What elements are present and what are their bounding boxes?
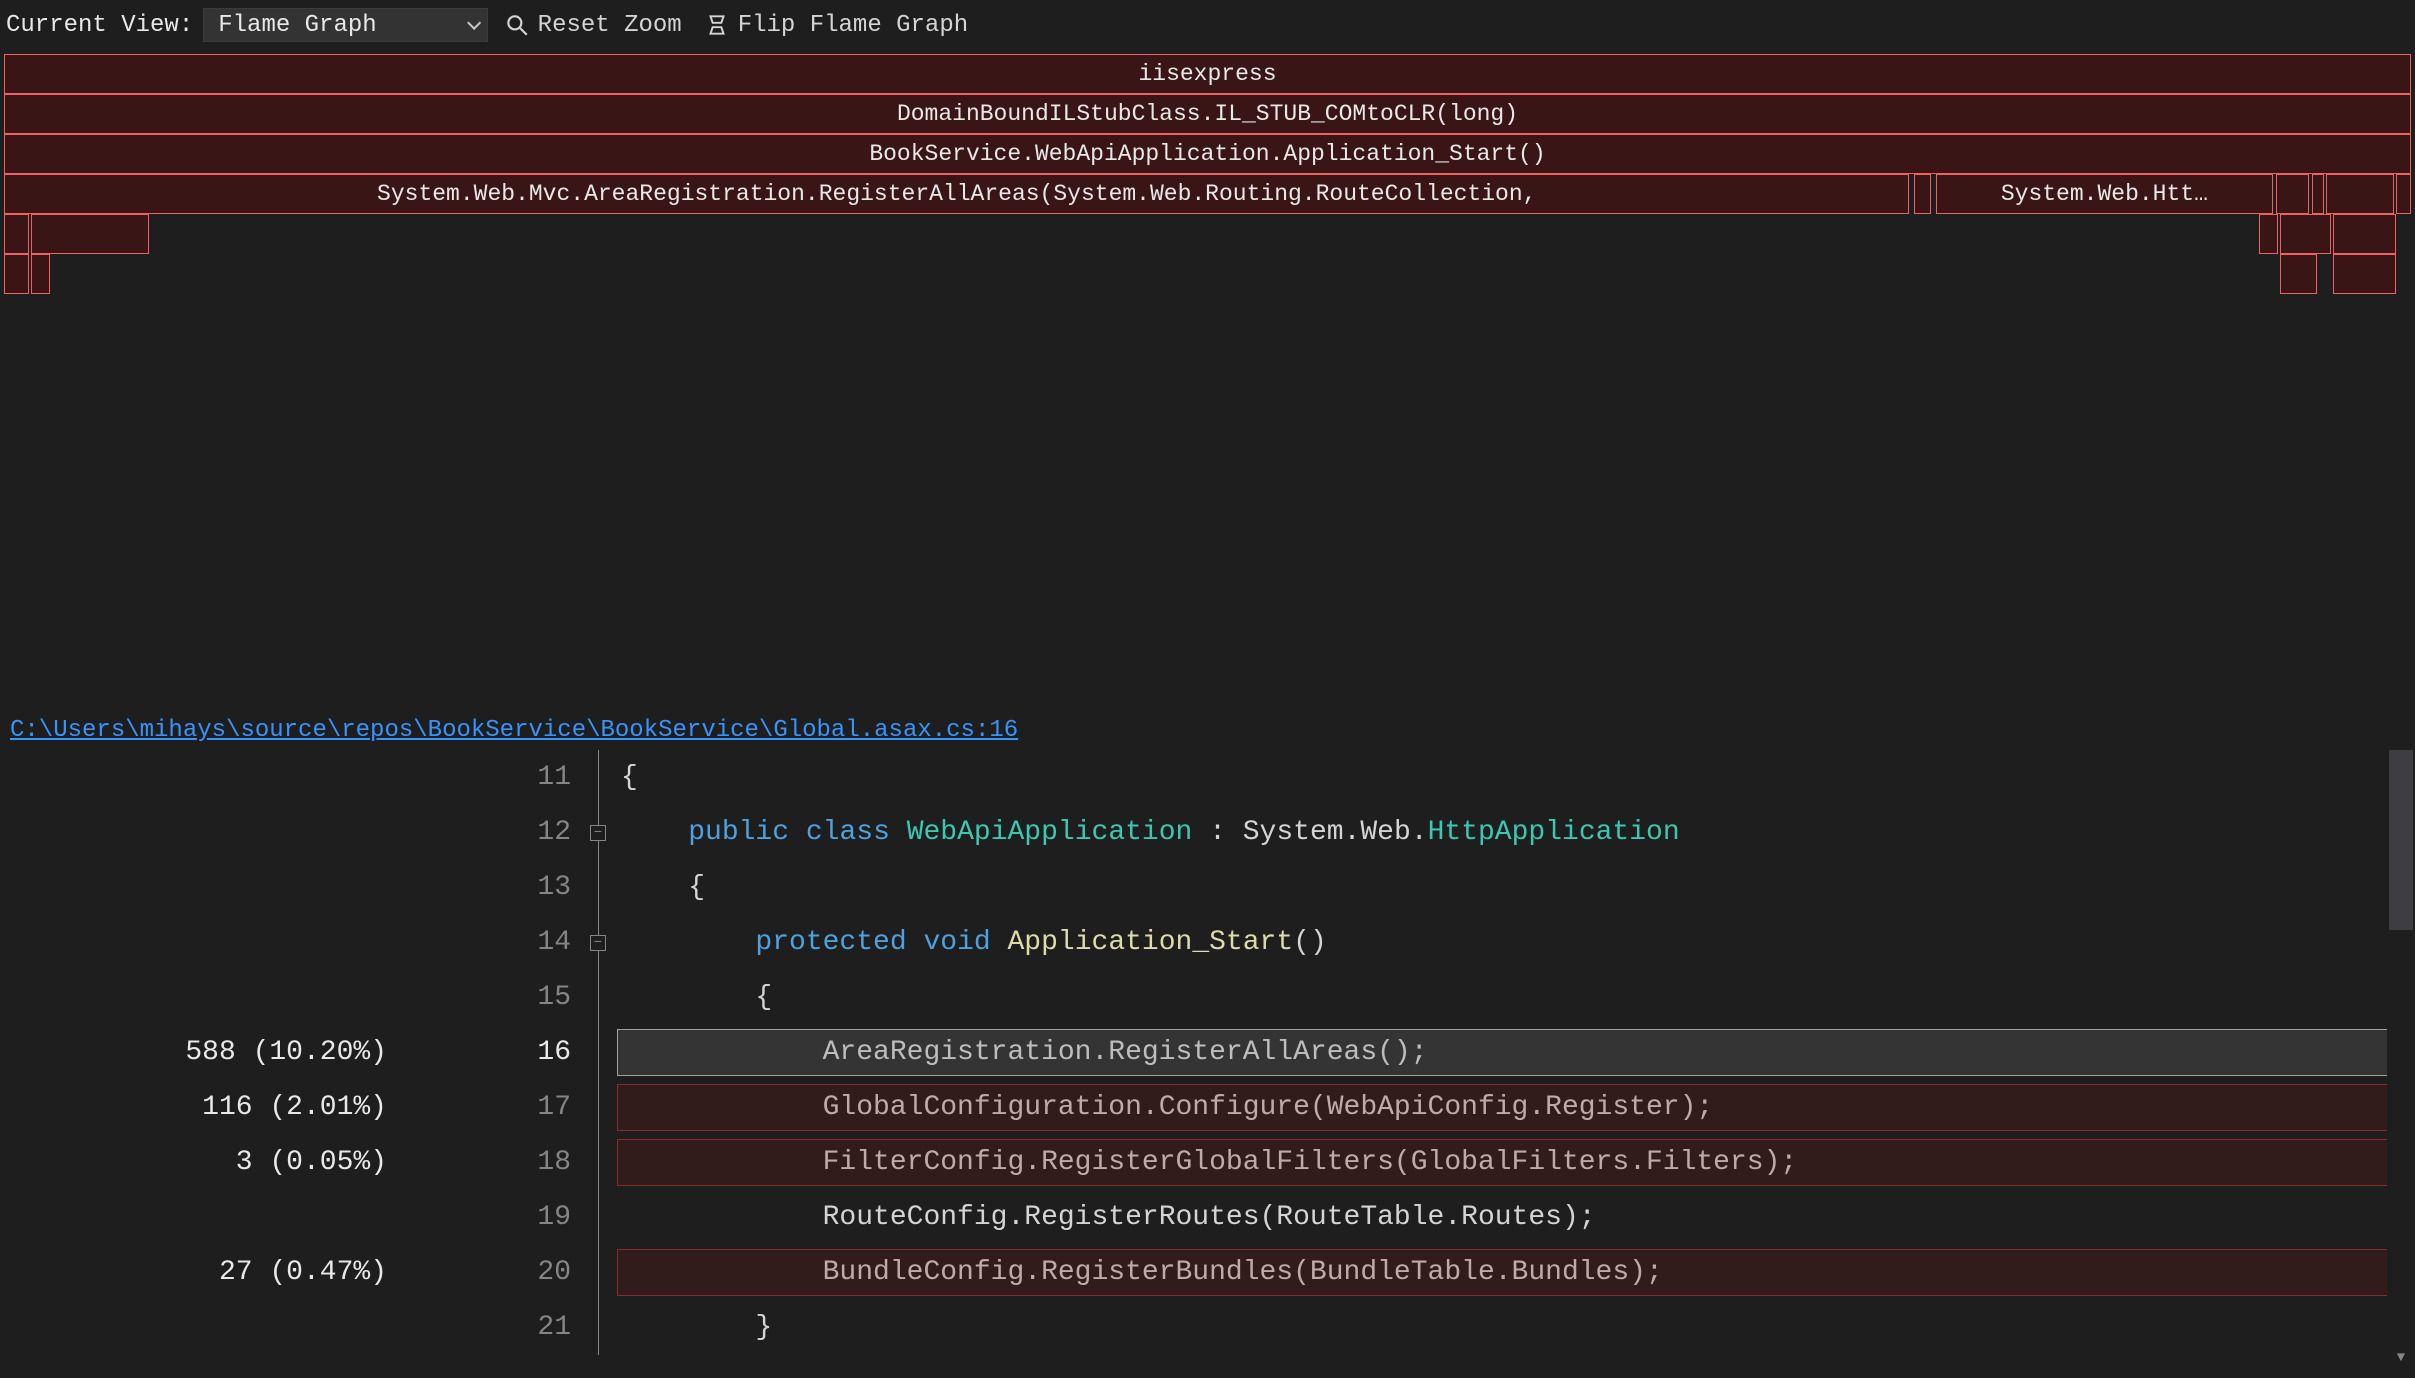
flame-frame[interactable]: BookService.WebApiApplication.Applicatio… (4, 134, 2410, 174)
cost-value: 27 (0.47%) (0, 1245, 395, 1300)
code-panel: 1112131415161718192021 −− { public class… (395, 750, 2415, 1368)
code-line[interactable]: protected void Application_Start() (611, 915, 2415, 970)
fold-cell (585, 1135, 611, 1190)
flip-icon (704, 12, 730, 38)
flame-frame[interactable] (2312, 174, 2324, 214)
file-path-text: C:\Users\mihays\source\repos\BookService… (10, 717, 1018, 744)
fold-cell (585, 1300, 611, 1355)
flame-frame[interactable]: iisexpress (4, 54, 2410, 94)
flame-frame[interactable] (4, 214, 28, 254)
code-area: 588 (10.20%)116 (2.01%)3 (0.05%) 27 (0.47… (0, 750, 2415, 1368)
cost-value (0, 750, 395, 805)
code-line[interactable]: } (611, 1300, 2415, 1355)
fold-cell (585, 1245, 611, 1300)
code-line[interactable]: AreaRegistration.RegisterAllAreas(); (611, 1025, 2415, 1080)
view-select[interactable]: Flame Graph (203, 8, 487, 42)
flame-frame[interactable] (31, 214, 149, 254)
scroll-down-arrow[interactable]: ▼ (2387, 1348, 2415, 1368)
flame-frame[interactable] (2396, 174, 2410, 214)
code-line[interactable]: public class WebApiApplication : System.… (611, 805, 2415, 860)
cost-value: 116 (2.01%) (0, 1080, 395, 1135)
fold-cell (585, 970, 611, 1025)
fold-toggle-icon[interactable]: − (590, 825, 606, 841)
toolbar: Current View: Flame Graph Reset Zoom Fli… (0, 0, 2415, 50)
line-number: 21 (395, 1300, 585, 1355)
line-number: 19 (395, 1190, 585, 1245)
fold-cell: − (585, 805, 611, 860)
line-number: 18 (395, 1135, 585, 1190)
line-number: 14 (395, 915, 585, 970)
cost-value (0, 1300, 395, 1355)
scrollbar-thumb[interactable] (2389, 750, 2413, 930)
flame-frame[interactable] (2333, 254, 2396, 294)
line-number: 11 (395, 750, 585, 805)
code-line[interactable]: GlobalConfiguration.Configure(WebApiConf… (611, 1080, 2415, 1135)
flame-graph[interactable]: iisexpressDomainBoundILStubClass.IL_STUB… (0, 50, 2415, 710)
cost-value (0, 860, 395, 915)
fold-gutter: −− (585, 750, 611, 1368)
cost-value (0, 805, 395, 860)
fold-cell (585, 1080, 611, 1135)
cost-value (0, 915, 395, 970)
flip-flame-button[interactable]: Flip Flame Graph (698, 12, 974, 39)
code-line[interactable]: { (611, 860, 2415, 915)
code-line[interactable]: BundleConfig.RegisterBundles(BundleTable… (611, 1245, 2415, 1300)
current-view-label: Current View: (6, 12, 193, 39)
cost-gutter: 588 (10.20%)116 (2.01%)3 (0.05%) 27 (0.47… (0, 750, 395, 1368)
flame-frame[interactable] (2333, 214, 2396, 254)
chevron-down-icon (467, 16, 481, 30)
cost-value: 588 (10.20%) (0, 1025, 395, 1080)
line-number: 15 (395, 970, 585, 1025)
fold-cell (585, 750, 611, 805)
flame-frame[interactable] (2280, 254, 2316, 294)
flip-label: Flip Flame Graph (738, 12, 968, 39)
file-path-link[interactable]: C:\Users\mihays\source\repos\BookService… (0, 710, 2415, 750)
line-number: 20 (395, 1245, 585, 1300)
code-line[interactable]: { (611, 750, 2415, 805)
flame-frame[interactable] (31, 254, 50, 294)
flame-frame[interactable] (4, 254, 28, 294)
code-text[interactable]: { public class WebApiApplication : Syste… (611, 750, 2415, 1368)
line-number-gutter: 1112131415161718192021 (395, 750, 585, 1368)
cost-value (0, 970, 395, 1025)
vertical-scrollbar[interactable]: ▲ ▼ (2387, 750, 2415, 1368)
flame-frame[interactable] (2326, 174, 2394, 214)
flame-frame[interactable]: System.Web.Htt… (1936, 174, 2274, 214)
flame-frame[interactable]: System.Web.Mvc.AreaRegistration.Register… (4, 174, 1909, 214)
flame-frame[interactable] (2259, 214, 2278, 254)
reset-zoom-button[interactable]: Reset Zoom (498, 12, 688, 39)
fold-cell (585, 860, 611, 915)
fold-cell (585, 1190, 611, 1245)
reset-zoom-label: Reset Zoom (538, 12, 682, 39)
cost-value: 3 (0.05%) (0, 1135, 395, 1190)
code-line[interactable]: FilterConfig.RegisterGlobalFilters(Globa… (611, 1135, 2415, 1190)
flame-frame[interactable] (2276, 174, 2310, 214)
fold-toggle-icon[interactable]: − (590, 935, 606, 951)
fold-cell (585, 1025, 611, 1080)
line-number: 17 (395, 1080, 585, 1135)
flame-frame[interactable] (2280, 214, 2331, 254)
fold-cell: − (585, 915, 611, 970)
magnifier-icon (504, 12, 530, 38)
code-line[interactable]: RouteConfig.RegisterRoutes(RouteTable.Ro… (611, 1190, 2415, 1245)
flame-frame[interactable] (1914, 174, 1931, 214)
code-line[interactable]: { (611, 970, 2415, 1025)
line-number: 12 (395, 805, 585, 860)
line-number: 16 (395, 1025, 585, 1080)
cost-value (0, 1190, 395, 1245)
line-number: 13 (395, 860, 585, 915)
view-select-value: Flame Graph (218, 12, 376, 39)
flame-frame[interactable]: DomainBoundILStubClass.IL_STUB_COMtoCLR(… (4, 94, 2410, 134)
